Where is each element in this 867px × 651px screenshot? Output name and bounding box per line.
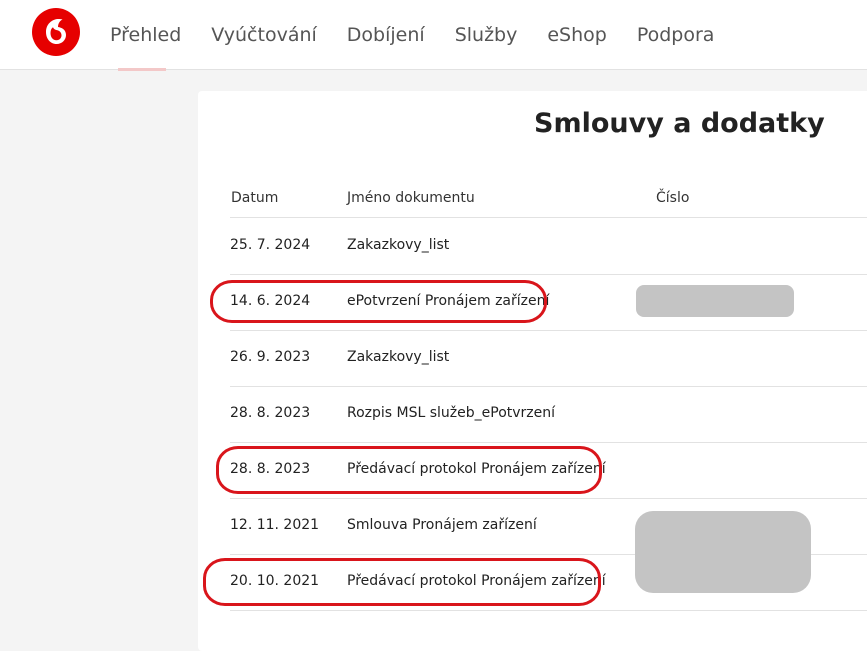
nav-item-podpora[interactable]: Podpora: [637, 24, 715, 46]
row-document-link[interactable]: Smlouva Pronájem zařízení: [347, 517, 537, 533]
redacted-number: [636, 285, 794, 317]
nav-item-prehled[interactable]: Přehled: [110, 24, 181, 71]
row-date: 28. 8. 2023: [230, 405, 311, 421]
column-header-document-name: Jméno dokumentu: [347, 190, 475, 206]
column-header-date: Datum: [231, 190, 279, 206]
row-document-link[interactable]: Rozpis MSL služeb_ePotvrzení: [347, 405, 555, 421]
nav-item-dobijeni[interactable]: Dobíjení: [347, 24, 425, 46]
row-document-link[interactable]: Zakazkovy_list: [347, 349, 449, 365]
table-row[interactable]: 26. 9. 2023 Zakazkovy_list: [230, 330, 867, 387]
table-row[interactable]: 25. 7. 2024 Zakazkovy_list: [230, 218, 867, 275]
vodafone-logo-icon[interactable]: [32, 8, 80, 56]
row-document-link[interactable]: Zakazkovy_list: [347, 237, 449, 253]
annotation-highlight: [210, 280, 547, 323]
row-date: 25. 7. 2024: [230, 237, 311, 253]
nav-item-eshop[interactable]: eShop: [547, 24, 606, 46]
column-header-number: Číslo: [656, 190, 690, 206]
nav-item-vyuctovani[interactable]: Vyúčtování: [211, 24, 317, 46]
annotation-highlight: [203, 558, 601, 606]
annotation-highlight: [216, 446, 602, 494]
main-nav: Přehled Vyúčtování Dobíjení Služby eShop…: [110, 0, 744, 71]
redacted-number: [635, 511, 811, 593]
row-date: 12. 11. 2021: [230, 517, 320, 533]
top-navigation-bar: Přehled Vyúčtování Dobíjení Služby eShop…: [0, 0, 867, 71]
page-title: Smlouvy a dodatky: [534, 108, 825, 139]
table-row[interactable]: 28. 8. 2023 Rozpis MSL služeb_ePotvrzení: [230, 386, 867, 443]
row-date: 26. 9. 2023: [230, 349, 311, 365]
nav-item-sluzby[interactable]: Služby: [455, 24, 518, 46]
